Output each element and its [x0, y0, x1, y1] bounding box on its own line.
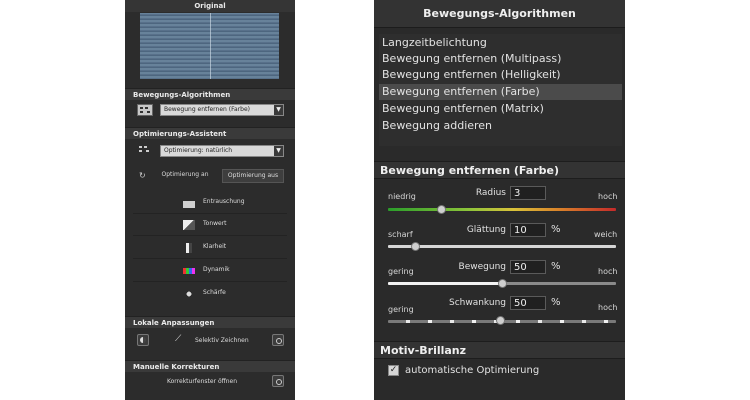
tool-row-klarheit[interactable]: Klarheit — [133, 238, 287, 259]
local-adjustments-header: Lokale Anpassungen — [125, 316, 295, 328]
chevron-down-icon[interactable]: ▼ — [274, 105, 283, 115]
fluctuation-max-label: hoch — [598, 303, 618, 312]
chevron-down-icon[interactable]: ▼ — [274, 146, 283, 156]
assistant-section-header: Optimierungs-Assistent — [125, 127, 295, 139]
selective-draw-label[interactable]: Selektiv Zeichnen — [195, 337, 249, 344]
correction-window-gear-icon[interactable] — [272, 375, 284, 387]
algorithm-list: Langzeitbelichtung Bewegung entfernen (M… — [379, 34, 622, 146]
tone-value-icon — [183, 220, 195, 230]
optimization-off-button[interactable]: Optimierung aus — [222, 169, 284, 183]
right-panel: Bewegungs-Algorithmen Langzeitbelichtung… — [374, 0, 625, 400]
sharpness-icon — [183, 289, 195, 299]
tool-label: Dynamik — [203, 266, 230, 273]
algorithm-item[interactable]: Bewegung entfernen (Multipass) — [379, 51, 622, 67]
radius-input[interactable]: 3 — [510, 186, 546, 200]
algorithm-dropdown[interactable]: Bewegung entfernen (Farbe) ▼ — [160, 104, 284, 116]
fluctuation-min-label: gering — [388, 305, 414, 314]
algorithm-icon — [137, 104, 153, 116]
motion-min-label: gering — [388, 267, 414, 276]
original-header: Original — [125, 0, 295, 12]
parameters-header: Bewegung entfernen (Farbe) — [374, 161, 625, 179]
fluctuation-input[interactable]: 50 — [510, 296, 546, 310]
left-panel: Original Bewegungs-Algorithmen Bewegung … — [125, 0, 295, 400]
smoothing-input[interactable]: 10 — [510, 223, 546, 237]
algorithm-item[interactable]: Bewegung entfernen (Matrix) — [379, 101, 622, 117]
fluctuation-slider-handle[interactable] — [496, 316, 505, 325]
radius-min-label: niedrig — [388, 192, 416, 201]
tool-row-dynamik[interactable]: Dynamik — [133, 261, 287, 282]
auto-optimization-label: automatische Optimierung — [405, 365, 540, 376]
motion-slider-handle[interactable] — [498, 279, 507, 288]
smoothing-label: Glättung — [466, 225, 506, 235]
tool-label: Schärfe — [203, 289, 226, 296]
motion-unit: % — [551, 261, 561, 272]
algorithm-item[interactable]: Bewegung entfernen (Helligkeit) — [379, 67, 622, 83]
motion-max-label: hoch — [598, 267, 618, 276]
original-preview — [140, 13, 279, 79]
radius-slider-handle[interactable] — [437, 205, 446, 214]
smoothing-unit: % — [551, 224, 561, 235]
algorithms-section-header: Bewegungs-Algorithmen — [125, 88, 295, 100]
motion-input[interactable]: 50 — [510, 260, 546, 274]
radius-slider-track[interactable] — [388, 208, 616, 211]
assistant-grid-icon — [137, 144, 153, 156]
smoothing-slider-track[interactable] — [388, 245, 616, 248]
tool-row-schaerfe[interactable]: Schärfe — [133, 284, 287, 305]
algorithm-dropdown-value: Bewegung entfernen (Farbe) — [164, 106, 250, 113]
refresh-icon[interactable]: ↻ — [139, 171, 146, 180]
radius-label: Radius — [475, 188, 506, 198]
algorithm-item[interactable]: Langzeitbelichtung — [379, 35, 622, 51]
noise-reduction-icon — [183, 198, 195, 208]
smoothing-slider-handle[interactable] — [411, 242, 420, 251]
motion-label: Bewegung — [458, 262, 506, 272]
preview-split-line — [210, 13, 211, 79]
tool-row-entrauschung[interactable]: Entrauschung — [133, 193, 287, 214]
optimization-dropdown[interactable]: Optimierung: natürlich ▼ — [160, 145, 284, 157]
half-circle-icon[interactable] — [137, 334, 149, 346]
manual-corrections-header: Manuelle Korrekturen — [125, 360, 295, 372]
correction-window-label[interactable]: Korrekturfenster öffnen — [167, 378, 237, 385]
tool-label: Entrauschung — [203, 198, 245, 205]
selective-draw-gear-icon[interactable] — [272, 334, 284, 346]
radius-max-label: hoch — [598, 192, 618, 201]
brilliance-header: Motiv-Brillanz — [374, 341, 625, 359]
algorithm-item-selected[interactable]: Bewegung entfernen (Farbe) — [379, 84, 622, 100]
tool-row-tonwert[interactable]: Tonwert — [133, 215, 287, 236]
fluctuation-unit: % — [551, 297, 561, 308]
fluctuation-label: Schwankung — [448, 298, 506, 308]
optimization-dropdown-value: Optimierung: natürlich — [164, 147, 233, 154]
tool-label: Tonwert — [203, 220, 227, 227]
auto-optimization-checkbox[interactable]: ✓ — [388, 365, 399, 376]
smoothing-max-label: weich — [594, 230, 618, 239]
tool-label: Klarheit — [203, 243, 227, 250]
dynamics-icon — [183, 268, 195, 274]
brush-icon: ⟋ — [175, 334, 182, 344]
panel-title: Bewegungs-Algorithmen — [374, 0, 625, 28]
algorithm-item[interactable]: Bewegung addieren — [379, 118, 622, 134]
optimization-on-button[interactable]: Optimierung an — [155, 169, 215, 183]
clarity-icon — [186, 243, 192, 253]
smoothing-min-label: scharf — [388, 230, 413, 239]
